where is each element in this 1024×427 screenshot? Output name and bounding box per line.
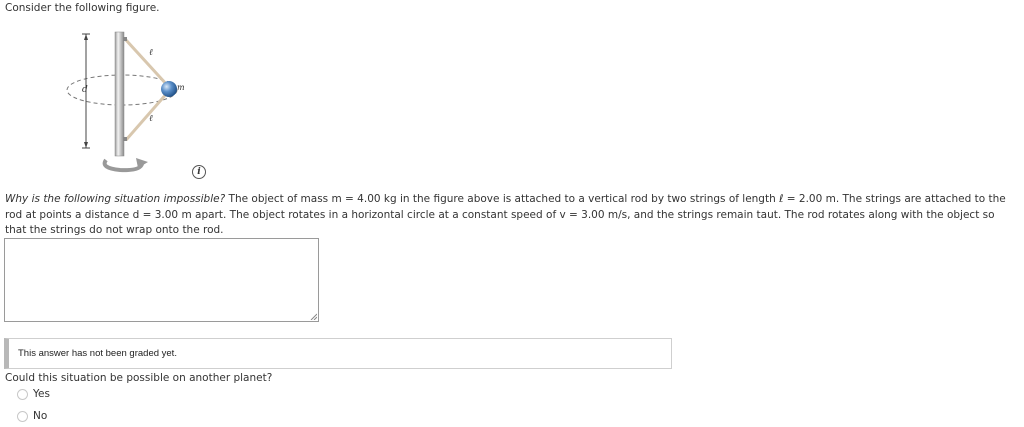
option-yes[interactable]: Yes	[17, 388, 50, 400]
string-bottom	[124, 91, 170, 141]
info-icon[interactable]: i	[192, 165, 206, 179]
answer-textarea[interactable]	[4, 238, 319, 322]
problem-statement: Why is the following situation impossibl…	[5, 192, 1017, 239]
rotation-arrow	[102, 158, 144, 173]
option-yes-label: Yes	[33, 388, 50, 400]
grading-status-banner: This answer has not been graded yet.	[4, 338, 672, 369]
resize-handle-icon[interactable]	[310, 313, 317, 320]
label-l-bottom: ℓ	[149, 114, 153, 124]
label-m: m	[177, 83, 185, 92]
vertical-rod	[114, 31, 125, 157]
radio-no[interactable]	[17, 410, 28, 422]
option-no-label: No	[33, 410, 48, 422]
followup-question: Could this situation be possible on anot…	[5, 372, 273, 384]
label-d: d	[82, 85, 88, 95]
string-top	[124, 38, 170, 88]
radio-yes[interactable]	[17, 388, 28, 400]
intro-text: Consider the following figure.	[5, 2, 160, 14]
label-l-top: ℓ	[149, 48, 153, 58]
rotating-rod-figure: ℓ ℓ d m	[60, 28, 200, 178]
problem-lead: Why is the following situation impossibl…	[5, 193, 226, 205]
mass-ball	[161, 81, 177, 97]
option-no[interactable]: No	[17, 410, 47, 422]
